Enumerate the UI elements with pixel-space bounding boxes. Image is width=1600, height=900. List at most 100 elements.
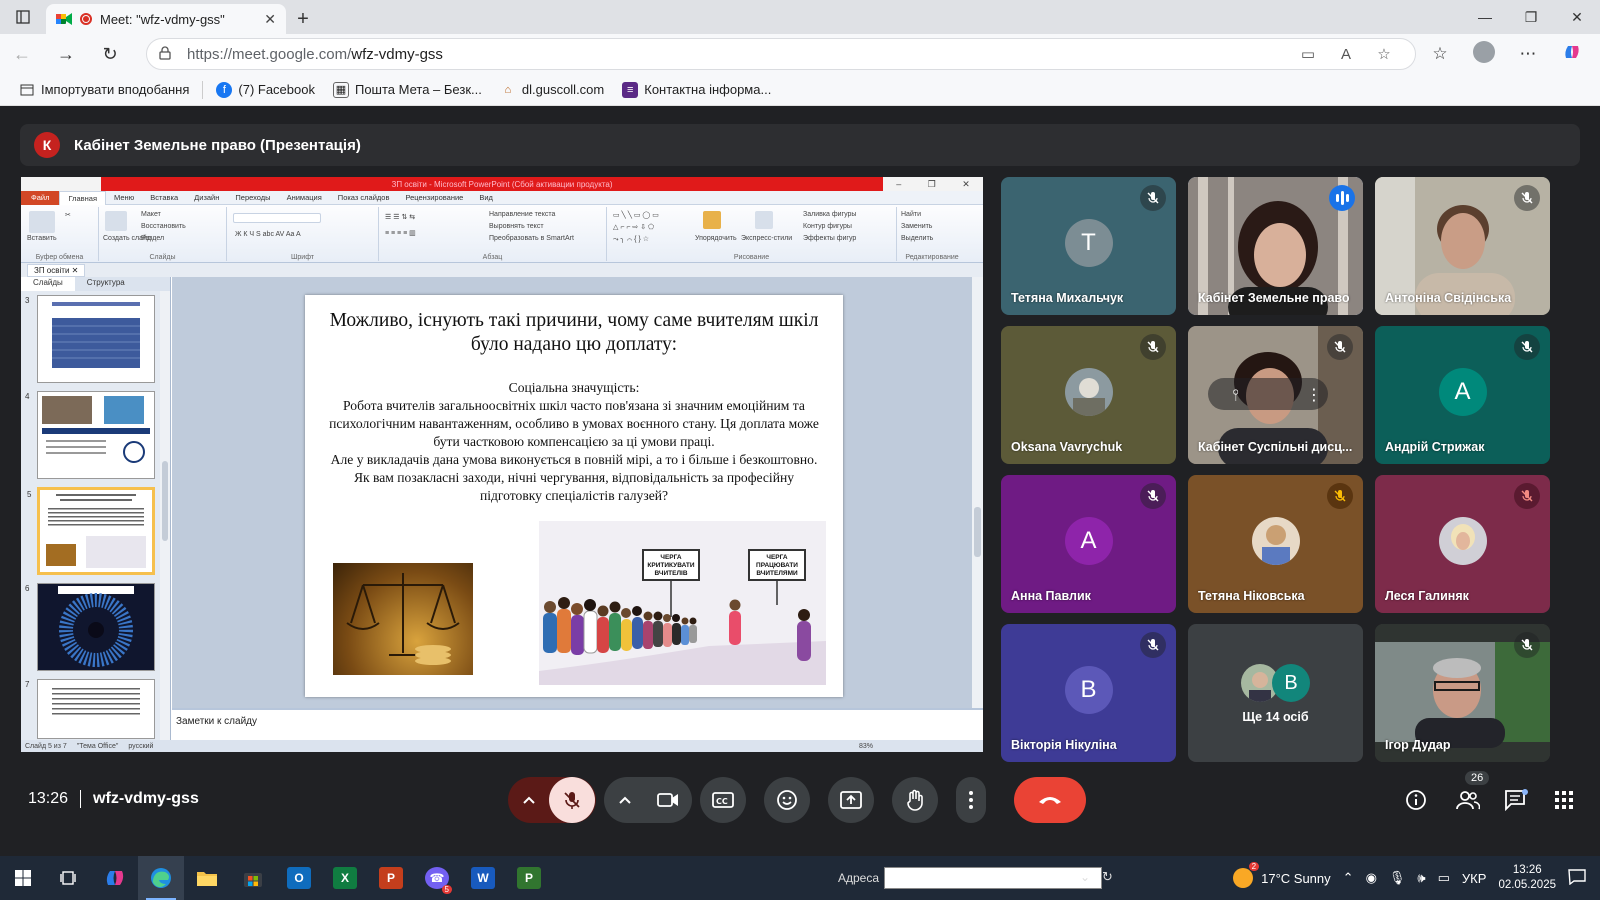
- read-aloud-icon[interactable]: A: [1327, 46, 1365, 63]
- task-view-icon[interactable]: [46, 856, 92, 900]
- ppt-tab[interactable]: Анимация: [279, 193, 330, 202]
- ppt-tab[interactable]: Дизайн: [186, 193, 227, 202]
- camera-in-use-icon[interactable]: ▭: [1289, 45, 1327, 63]
- windows-start-icon[interactable]: [0, 856, 46, 900]
- slide-thumbnail[interactable]: 6: [25, 583, 155, 671]
- participant-tile[interactable]: Ігор Дудар: [1375, 624, 1550, 762]
- ppt-tab[interactable]: Показ слайдов: [330, 193, 398, 202]
- address-dropdown-icon[interactable]: ⌄: [1080, 870, 1090, 884]
- slide-editor: Можливо, існують такі причини, чому саме…: [172, 277, 983, 708]
- shared-screen[interactable]: ЗП освіти - Microsoft PowerPoint (Сбой а…: [21, 177, 983, 752]
- participant-tile[interactable]: B Вікторія Нікуліна: [1001, 624, 1176, 762]
- ppt-tab[interactable]: Рецензирование: [397, 193, 471, 202]
- microphone-tray-icon[interactable]: 🎙︎: [1389, 870, 1406, 886]
- taskbar-address-input[interactable]: [884, 867, 1102, 889]
- participant-tile[interactable]: A Андрій Стрижак: [1375, 326, 1550, 464]
- tab-actions-icon[interactable]: [0, 0, 46, 34]
- file-explorer-icon[interactable]: [184, 856, 230, 900]
- copilot-taskbar-icon[interactable]: [92, 856, 138, 900]
- microsoft-store-icon[interactable]: [230, 856, 276, 900]
- minimize-icon[interactable]: —: [1462, 0, 1508, 34]
- audio-options-chevron-icon[interactable]: [509, 796, 549, 804]
- participant-tile[interactable]: Тетяна Ніковська: [1188, 475, 1363, 613]
- mic-off-toggle[interactable]: [549, 777, 595, 823]
- more-menu-icon[interactable]: ⋯: [1508, 44, 1548, 64]
- excel-icon[interactable]: X: [322, 856, 368, 900]
- viber-icon[interactable]: ☎ 5: [414, 856, 460, 900]
- bookmark-import[interactable]: Імпортувати вподобання: [10, 82, 198, 98]
- participant-tile[interactable]: Антоніна Свідінська: [1375, 177, 1550, 315]
- slide-thumbnail[interactable]: 7: [25, 679, 155, 739]
- pane-tab-slides[interactable]: Слайды: [21, 277, 75, 291]
- bookmark-contact[interactable]: ≡ Контактна інформа...: [613, 81, 780, 98]
- more-options-button[interactable]: [956, 777, 986, 823]
- volume-icon[interactable]: 🕪︎: [1417, 870, 1425, 886]
- captions-button[interactable]: CC: [700, 777, 746, 823]
- weather-widget[interactable]: 2 17°C Sunny: [1233, 862, 1331, 888]
- ppt-tab[interactable]: Вид: [471, 193, 501, 202]
- copilot-icon[interactable]: [1552, 42, 1592, 67]
- participant-tile[interactable]: Леся Галиняк: [1375, 475, 1550, 613]
- meeting-details-icon[interactable]: [1400, 784, 1432, 816]
- more-participants-tile[interactable]: B Ще 14 осіб: [1188, 624, 1363, 762]
- emoji-reactions-button[interactable]: [764, 777, 810, 823]
- present-screen-button[interactable]: [828, 777, 874, 823]
- show-hidden-icons[interactable]: ⌃: [1343, 870, 1354, 886]
- slide-notes[interactable]: Заметки к слайду: [172, 708, 983, 738]
- ppt-tab[interactable]: Вставка: [142, 193, 186, 202]
- bookmark-mail[interactable]: ▦ Пошта Мета – Безк...: [324, 81, 491, 98]
- ppt-tab[interactable]: Меню: [106, 193, 142, 202]
- address-bar[interactable]: https://meet.google.com/wfz-vdmy-gss ▭ A…: [146, 38, 1416, 70]
- ppt-tab[interactable]: Переходы: [227, 193, 278, 202]
- edge-browser-icon[interactable]: [138, 856, 184, 900]
- ppt-tab-home[interactable]: Главная: [59, 190, 106, 205]
- chat-icon[interactable]: [1500, 784, 1532, 816]
- camera-toggle[interactable]: [645, 777, 691, 823]
- participant-tile-speaking[interactable]: Кабінет Земельне право: [1188, 177, 1363, 315]
- restore-icon[interactable]: ❐: [1508, 0, 1554, 34]
- bookmark-facebook[interactable]: f (7) Facebook: [207, 81, 324, 98]
- notifications-icon[interactable]: [1568, 868, 1586, 888]
- favorite-star-icon[interactable]: ☆: [1365, 45, 1403, 63]
- doc-tab[interactable]: ЗП освіти ✕: [27, 263, 86, 277]
- new-tab-button[interactable]: +: [286, 4, 320, 34]
- editor-scrollbar[interactable]: [972, 277, 983, 708]
- project-icon[interactable]: P: [506, 856, 552, 900]
- weather-notification-badge: 2: [1248, 862, 1260, 871]
- participant-tile[interactable]: Oksana Vavrychuk: [1001, 326, 1176, 464]
- raise-hand-button[interactable]: [892, 777, 938, 823]
- powerpoint-icon[interactable]: P: [368, 856, 414, 900]
- clock[interactable]: 13:26 02.05.2025: [1498, 863, 1556, 893]
- meet-camera-tray-icon[interactable]: ◉: [1366, 870, 1377, 886]
- active-tab[interactable]: Meet: "wfz-vdmy-gss" ✕: [46, 4, 286, 34]
- close-window-icon[interactable]: ✕: [1554, 0, 1600, 34]
- participant-tile[interactable]: T Тетяна Михальчук: [1001, 177, 1176, 315]
- slides-pane-scrollbar[interactable]: [160, 291, 170, 740]
- bookmark-guscoll[interactable]: ⌂ dl.guscoll.com: [491, 82, 613, 98]
- address-go-icon[interactable]: ↻: [1102, 869, 1113, 885]
- leave-call-button[interactable]: [1014, 777, 1086, 823]
- profile-icon[interactable]: [1464, 40, 1504, 68]
- pane-tab-outline[interactable]: Структура: [75, 277, 137, 291]
- people-icon[interactable]: [1452, 784, 1484, 816]
- participant-tile[interactable]: ⫯ ⋮ Кабінет Суспільні дисц...: [1188, 326, 1363, 464]
- participant-tile[interactable]: A Анна Павлик: [1001, 475, 1176, 613]
- site-info-icon[interactable]: [159, 45, 187, 63]
- current-slide[interactable]: Можливо, існують такі причини, чому саме…: [305, 295, 843, 697]
- slide-thumbnail[interactable]: 4: [25, 391, 155, 479]
- reload-icon[interactable]: ↻: [88, 34, 132, 74]
- close-tab-icon[interactable]: ✕: [264, 11, 276, 28]
- input-language[interactable]: УКР: [1462, 871, 1487, 886]
- ppt-tab-file[interactable]: Файл: [21, 190, 60, 205]
- video-options-chevron-icon[interactable]: [605, 796, 645, 804]
- network-icon[interactable]: ▭: [1438, 870, 1450, 886]
- back-icon[interactable]: ←: [0, 34, 44, 74]
- word-icon[interactable]: W: [460, 856, 506, 900]
- presenter-avatar: К: [34, 132, 60, 158]
- activities-grid-icon[interactable]: [1548, 784, 1580, 816]
- slide-thumbnail[interactable]: 3: [25, 295, 155, 383]
- favorites-icon[interactable]: ☆: [1420, 44, 1460, 64]
- outlook-icon[interactable]: O: [276, 856, 322, 900]
- forward-icon[interactable]: →: [44, 34, 88, 74]
- slide-thumbnail-selected[interactable]: 5: [27, 487, 155, 575]
